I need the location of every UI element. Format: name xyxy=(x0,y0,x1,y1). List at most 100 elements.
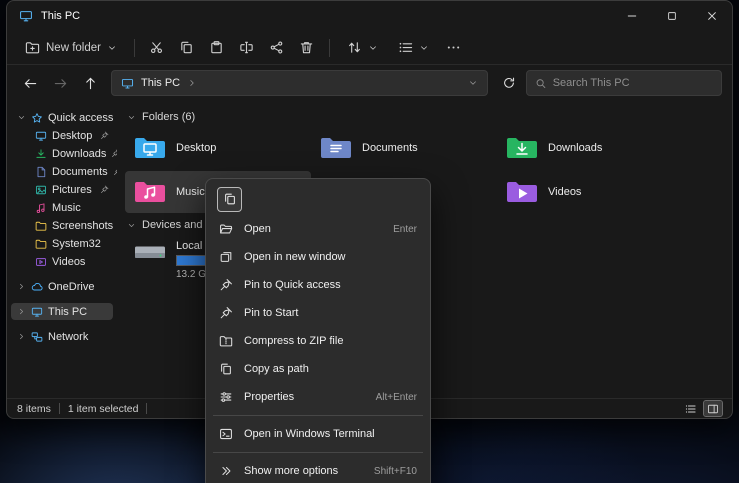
pin-icon xyxy=(100,185,109,194)
cut-button[interactable] xyxy=(144,35,170,61)
folder-icon xyxy=(35,220,47,232)
folders-section-header[interactable]: Folders (6) xyxy=(127,111,732,123)
refresh-button[interactable] xyxy=(496,70,522,96)
sidebar-item-network[interactable]: Network xyxy=(11,328,113,345)
folder-tile-label: Documents xyxy=(362,142,418,154)
sidebar-item-label: System32 xyxy=(52,238,101,250)
details-view-button[interactable] xyxy=(682,401,700,416)
chevron-down-icon[interactable] xyxy=(17,113,26,122)
menu-item-copy-as-path[interactable]: Copy as path xyxy=(210,355,426,383)
pin-icon xyxy=(219,278,233,292)
copy-button[interactable] xyxy=(174,35,200,61)
sidebar-item-downloads[interactable]: Downloads xyxy=(11,145,113,162)
chevron-right-icon[interactable] xyxy=(17,307,26,316)
folder-tile-downloads[interactable]: Downloads xyxy=(497,127,683,169)
chevron-down-icon xyxy=(107,43,117,53)
menu-item-open[interactable]: Open Enter xyxy=(210,215,426,243)
navigation-pane: Quick access Desktop Downloads Documents xyxy=(7,101,117,398)
search-box[interactable] xyxy=(526,70,722,96)
sidebar-item-label: Documents xyxy=(52,166,108,178)
sidebar-item-desktop[interactable]: Desktop xyxy=(11,127,113,144)
chevron-down-icon xyxy=(368,43,378,53)
large-icons-view-button[interactable] xyxy=(704,401,722,416)
sort-button[interactable] xyxy=(339,36,386,59)
menu-item-properties[interactable]: Properties Alt+Enter xyxy=(210,383,426,411)
menu-item-label: Open xyxy=(244,223,271,235)
minimize-button[interactable] xyxy=(612,1,652,31)
new-folder-icon xyxy=(25,40,40,55)
search-input[interactable] xyxy=(553,77,713,89)
network-icon xyxy=(31,331,43,343)
menu-item-show-more-options[interactable]: Show more options Shift+F10 xyxy=(210,457,426,483)
sidebar-item-quick-access[interactable]: Quick access xyxy=(11,109,113,126)
context-menu: Open Enter Open in new window Pin to Qui… xyxy=(205,178,431,483)
picture-icon xyxy=(35,184,47,196)
menu-item-label: Pin to Quick access xyxy=(244,279,341,291)
forward-button[interactable] xyxy=(47,70,73,96)
paste-button[interactable] xyxy=(204,35,230,61)
music-icon xyxy=(35,202,47,214)
share-button[interactable] xyxy=(264,35,290,61)
this-pc-icon xyxy=(31,306,43,318)
new-folder-label: New folder xyxy=(46,42,101,54)
breadcrumb[interactable]: This PC xyxy=(111,70,488,96)
chevron-down-icon[interactable] xyxy=(468,78,478,88)
menu-item-label: Pin to Start xyxy=(244,307,298,319)
this-pc-icon xyxy=(121,77,134,90)
sidebar-item-onedrive[interactable]: OneDrive xyxy=(11,278,113,295)
sidebar-item-system32[interactable]: System32 xyxy=(11,235,113,252)
chevron-down-icon[interactable] xyxy=(127,221,136,230)
view-button[interactable] xyxy=(390,36,437,59)
menu-item-label: Compress to ZIP file xyxy=(244,335,343,347)
menu-item-pin-to-start[interactable]: Pin to Start xyxy=(210,299,426,327)
folder-icon xyxy=(133,134,167,162)
chevron-right-icon[interactable] xyxy=(187,78,197,88)
sidebar-item-pictures[interactable]: Pictures xyxy=(11,181,113,198)
folder-tile-documents[interactable]: Documents xyxy=(311,127,497,169)
sidebar-item-music[interactable]: Music xyxy=(11,199,113,216)
close-button[interactable] xyxy=(692,1,732,31)
menu-item-open-new-window[interactable]: Open in new window xyxy=(210,243,426,271)
folder-icon xyxy=(133,178,167,206)
folder-tile-label: Desktop xyxy=(176,142,216,154)
back-button[interactable] xyxy=(17,70,43,96)
rename-button[interactable] xyxy=(234,35,260,61)
sidebar-item-label: Network xyxy=(48,331,88,343)
sidebar-item-screenshots[interactable]: Screenshots xyxy=(11,217,113,234)
copy-button[interactable] xyxy=(217,187,242,212)
chevron-right-icon[interactable] xyxy=(17,282,26,291)
command-bar: New folder xyxy=(7,31,732,65)
folder-tile-desktop[interactable]: Desktop xyxy=(125,127,311,169)
chevron-right-icon[interactable] xyxy=(17,332,26,341)
menu-item-pin-quick-access[interactable]: Pin to Quick access xyxy=(210,271,426,299)
sidebar-item-documents[interactable]: Documents xyxy=(11,163,113,180)
this-pc-icon xyxy=(19,9,33,23)
download-icon xyxy=(35,148,47,160)
menu-item-open-windows-terminal[interactable]: Open in Windows Terminal xyxy=(210,420,426,448)
sidebar-item-label: Videos xyxy=(52,256,85,268)
sidebar-item-label: Pictures xyxy=(52,184,92,196)
sidebar-item-this-pc[interactable]: This PC xyxy=(11,303,113,320)
maximize-button[interactable] xyxy=(652,1,692,31)
menu-item-compress-zip[interactable]: Compress to ZIP file xyxy=(210,327,426,355)
menu-item-label: Show more options xyxy=(244,465,338,477)
star-icon xyxy=(31,112,43,124)
breadcrumb-item[interactable]: This PC xyxy=(141,77,180,89)
delete-button[interactable] xyxy=(294,35,320,61)
view-icon xyxy=(398,40,413,55)
terminal-icon xyxy=(219,427,233,441)
new-folder-button[interactable]: New folder xyxy=(17,36,125,59)
menu-separator xyxy=(213,452,423,453)
menu-item-label: Copy as path xyxy=(244,363,309,375)
sort-icon xyxy=(347,40,362,55)
view-toggles xyxy=(682,401,722,416)
drive-icon xyxy=(133,238,167,266)
up-button[interactable] xyxy=(77,70,103,96)
more-options-button[interactable] xyxy=(441,35,467,61)
show-more-icon xyxy=(219,464,233,478)
chevron-down-icon[interactable] xyxy=(127,113,136,122)
folder-tile-videos[interactable]: Videos xyxy=(497,171,683,213)
folders-header-label: Folders (6) xyxy=(142,111,195,123)
sidebar-item-videos[interactable]: Videos xyxy=(11,253,113,270)
document-icon xyxy=(35,166,47,178)
